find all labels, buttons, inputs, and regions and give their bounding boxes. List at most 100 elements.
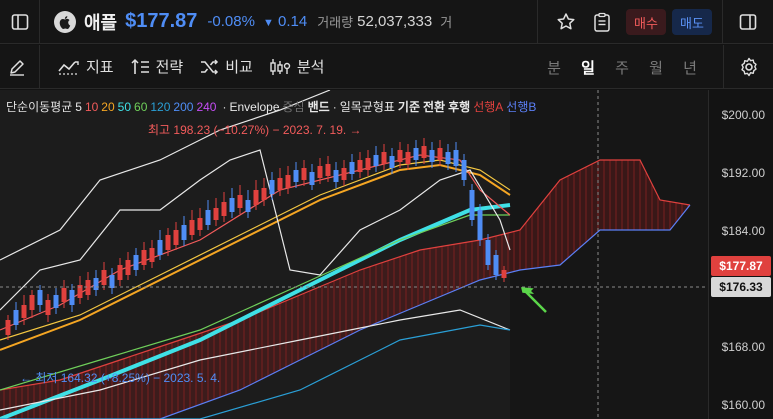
candle-body <box>93 278 99 290</box>
chart-settings-button[interactable] <box>723 45 773 89</box>
candle-body <box>133 255 139 270</box>
symbol-header: 애플 $177.87 -0.08% ▼ 0.14 거래량 52,037,333 … <box>0 0 773 44</box>
candle-body <box>373 155 379 166</box>
candle-body <box>453 150 459 166</box>
indicator-label: 지표 <box>86 59 114 76</box>
candle-body <box>261 188 267 200</box>
candle-body <box>325 164 331 176</box>
interval-tab[interactable]: 월 <box>639 57 673 78</box>
compare-label: 비교 <box>225 59 253 76</box>
last-price-tag: $177.87 <box>711 256 771 276</box>
candle-body <box>445 152 451 164</box>
candle-body <box>285 175 291 188</box>
candle-body <box>421 146 427 158</box>
candle-body <box>357 160 363 172</box>
candle-body <box>45 300 51 315</box>
ichimoku-label: 일목균형표 <box>339 100 395 114</box>
strategy-button[interactable]: 전략 <box>122 45 192 89</box>
candle-body <box>309 172 315 185</box>
candle-body <box>61 288 67 302</box>
order-book-button[interactable] <box>584 0 620 44</box>
candle-body <box>501 270 507 278</box>
candle-body <box>333 170 339 182</box>
leading-span-b-label: 선행B <box>506 100 537 114</box>
leading-span-a-label: 선행A <box>473 100 504 114</box>
indicator-button[interactable]: 지표 <box>50 45 122 89</box>
sma-period-label: 120 <box>150 100 171 114</box>
candle-body <box>405 152 411 164</box>
candle-body <box>141 250 147 265</box>
candle-body <box>165 235 171 250</box>
indicator-icon <box>58 60 79 75</box>
pencil-icon <box>9 59 24 76</box>
low-annotation: ← 최저 164.32 (+8.25%) − 2023. 5. 4. <box>20 371 221 385</box>
volume-label: 거래량 <box>317 15 354 30</box>
candle-body <box>205 210 211 225</box>
interval-tab[interactable]: 년 <box>673 57 707 78</box>
price-tick: $192.00 <box>721 166 765 180</box>
apple-icon <box>54 10 76 33</box>
green-arrow-icon <box>521 287 547 313</box>
sma-period-label: 60 <box>134 100 148 114</box>
candle-body <box>69 290 75 305</box>
candle-body <box>301 168 307 180</box>
crosshair-price-tag: $176.33 <box>711 277 771 297</box>
symbol-info[interactable]: 애플 $177.87 -0.08% ▼ 0.14 거래량 52,037,333 … <box>40 0 510 44</box>
candle-body <box>53 295 59 308</box>
shuffle-icon <box>201 58 219 75</box>
gear-icon <box>740 57 757 77</box>
price-chart[interactable]: 단순이동평균 5 10 20 50 60 120 200 240 · Envelope 중심 밴드 · 일목… <box>0 90 708 419</box>
candle-body <box>29 295 35 310</box>
candle-body <box>149 248 155 262</box>
candle-body <box>269 180 275 194</box>
change-amount: ▼ 0.14 <box>262 13 308 30</box>
candle-body <box>277 178 283 190</box>
base-line-label: 기준 <box>397 100 420 114</box>
panel-left-icon <box>11 13 28 30</box>
candle-body <box>245 200 251 212</box>
price-tick: $184.00 <box>721 224 765 238</box>
interval-tab[interactable]: 일 <box>571 57 605 78</box>
analysis-button[interactable]: 분석 <box>261 45 333 89</box>
interval-tab[interactable]: 분 <box>537 57 571 78</box>
sma-period-label: 20 <box>101 100 115 114</box>
candle-body <box>125 260 131 275</box>
candle-body <box>413 148 419 160</box>
candle-body <box>365 158 371 170</box>
lagging-span-label: 후행 <box>448 100 471 114</box>
buy-button[interactable]: 매수 <box>626 9 666 35</box>
drawing-tool-button[interactable] <box>0 44 40 89</box>
candle-body <box>109 275 115 288</box>
sell-button[interactable]: 매도 <box>672 9 712 35</box>
band-label: 밴드 <box>307 100 330 114</box>
compare-button[interactable]: 비교 <box>191 45 261 89</box>
current-price: $177.87 <box>125 10 198 32</box>
candle-body <box>381 152 387 164</box>
watchlist-star-button[interactable] <box>548 0 584 44</box>
candle-body <box>349 162 355 174</box>
candle-body <box>469 190 475 220</box>
candle-body <box>37 290 43 305</box>
indicator-legend[interactable]: 단순이동평균 5 10 20 50 60 120 200 240 · Envelope 중심 밴드 · 일목… <box>6 98 539 115</box>
right-panel-toggle-button[interactable] <box>723 0 773 44</box>
candle-body <box>389 156 395 168</box>
candle-body <box>237 195 243 208</box>
high-annotation: 최고 198.23 (−10.27%) − 2023. 7. 19. → <box>148 123 362 137</box>
clipboard-icon <box>594 12 610 32</box>
sma-period-label: 240 <box>196 100 217 114</box>
change-percent: -0.08% <box>207 13 255 30</box>
chart-toolbar: 지표 전략 비교 분석 분일주월년 <box>0 44 773 89</box>
sma-period-label: 50 <box>117 100 132 114</box>
envelope-label: Envelope <box>229 100 280 114</box>
candle-body <box>461 160 467 180</box>
candle-body <box>229 198 235 212</box>
candle-body <box>189 220 195 235</box>
volume-value: 52,037,333 <box>357 13 433 30</box>
interval-tab[interactable]: 주 <box>605 57 639 78</box>
candle-body <box>293 170 299 182</box>
left-panel-toggle-button[interactable] <box>0 0 40 44</box>
sma-period-label: 200 <box>173 100 194 114</box>
price-axis[interactable]: $200.00 $192.00 $184.00 $168.00 $160.00 … <box>708 90 773 419</box>
sma-label: 단순이동평균 <box>6 100 73 114</box>
candle-body <box>197 218 203 230</box>
